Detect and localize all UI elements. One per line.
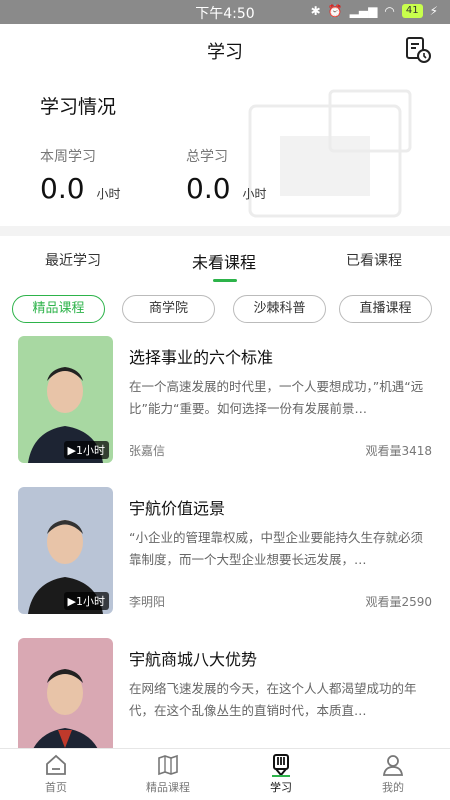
book-icon [158,754,178,776]
course-description: 在网络飞速发展的今天，在这个人人都渴望成功的年代，在这个乱像丛生的直销时代，本质… [129,681,417,718]
course-title: 宇航价值远景 [129,499,226,518]
course-list: ▶1小时 选择事业的六个标准 在一个高速发展的时代里，一个人要想成功，”机遇“远… [0,336,450,748]
tab-indicator [213,279,237,282]
duration-badge: ▶1小时 [63,592,109,610]
study-icon [272,754,290,777]
charging-icon: ⚡ [429,4,438,18]
clock-document-icon [406,37,431,63]
bottom-nav-profile[interactable]: 我的 [348,753,438,795]
weekly-value: 0.0 [40,172,85,205]
chip-seabuckthorn-science[interactable]: 沙棘科普 [233,295,326,323]
home-icon [46,754,66,775]
course-thumbnail [18,638,113,748]
tab-watched[interactable]: 已看课程 [346,250,402,270]
bluetooth-icon: ✱ [310,4,321,18]
bottom-nav-courses[interactable]: 精品课程 [123,753,213,795]
tab-recent[interactable]: 最近学习 [45,250,101,270]
chip-live-courses[interactable]: 直播课程 [339,295,432,323]
course-item[interactable]: ▶1小时 宇航价值远景 “小企业的管理靠权威，中型企业要能持久生存就必须靠制度，… [0,487,450,617]
study-stats-panel: 学习情况 本周学习 0.0 小时 总学习 0.0 小时 [0,76,450,226]
course-item[interactable]: 宇航商城八大优势 在网络飞速发展的今天，在这个人人都渴望成功的年代，在这个乱像丛… [0,638,450,748]
bottom-nav-home[interactable]: 首页 [11,753,101,795]
page-title: 学习 [207,42,243,63]
user-icon [382,755,404,776]
alarm-icon: ⏰ [327,4,343,18]
status-icons: ✱ ⏰ ▂▄▆ ◠ 41 ⚡ [311,4,438,18]
wifi-icon: ◠ [384,4,395,18]
course-item[interactable]: ▶1小时 选择事业的六个标准 在一个高速发展的时代里，一个人要想成功，”机遇“远… [0,336,450,466]
bottom-nav-study[interactable]: 学习 [236,753,326,795]
category-chips: 精品课程 商学院 沙棘科普 直播课程 [0,292,450,328]
weekly-unit: 小时 [96,187,121,201]
total-value: 0.0 [186,172,231,205]
course-views: 观看量3418 [365,444,432,458]
bottom-nav-label: 精品课程 [146,781,190,794]
tab-unwatched[interactable]: 未看课程 [192,249,256,273]
total-study-stat: 总学习 0.0 小时 [186,146,267,205]
course-title: 选择事业的六个标准 [129,348,274,367]
course-thumbnail: ▶1小时 [18,336,113,463]
section-divider [0,226,450,236]
bottom-navigation: 首页 精品课程 学习 我的 [0,748,450,800]
bottom-nav-label: 我的 [382,781,404,794]
signal-icon: ▂▄▆ [349,4,378,18]
course-description: 在一个高速发展的时代里，一个人要想成功，”机遇“远比”能力“重要。如何选择一份有… [129,379,424,416]
course-thumbnail: ▶1小时 [18,487,113,614]
course-title: 宇航商城八大优势 [129,650,258,669]
chip-premium-courses[interactable]: 精品课程 [12,295,105,323]
stats-title: 学习情况 [40,96,117,118]
bottom-nav-label: 学习 [270,781,292,794]
total-label: 总学习 [186,149,228,165]
weekly-study-stat: 本周学习 0.0 小时 [40,146,121,205]
course-views: 观看量2590 [365,595,432,609]
weekly-label: 本周学习 [40,149,96,165]
history-button[interactable] [404,36,432,64]
bottom-nav-label: 首页 [45,781,67,794]
course-description: “小企业的管理靠权威，中型企业要能持久生存就必须靠制度，而一个大型企业想要长远发… [129,530,423,567]
course-tabs: 最近学习 未看课程 已看课程 [0,236,450,286]
duration-badge: ▶1小时 [63,441,109,459]
status-bar: 下午4:50 ✱ ⏰ ▂▄▆ ◠ 41 ⚡ [0,0,450,24]
battery-icon: 41 [401,4,423,18]
course-author: 李明阳 [129,595,166,609]
top-navbar: 学习 [0,24,450,76]
total-unit: 小时 [242,187,267,201]
course-author: 张嘉信 [129,444,166,458]
chip-business-school[interactable]: 商学院 [122,295,215,323]
study-illustration-icon [248,89,412,218]
